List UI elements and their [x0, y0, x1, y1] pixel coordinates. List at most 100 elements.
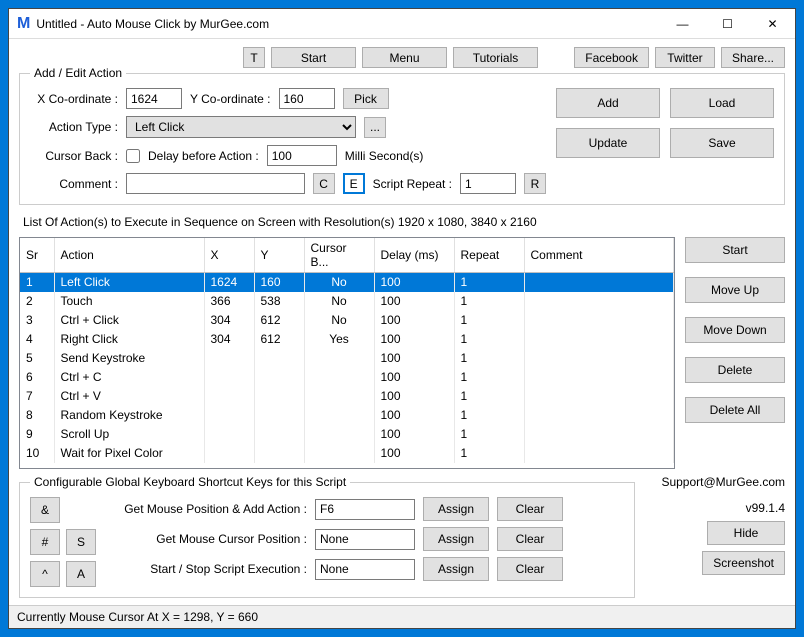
table-row[interactable]: 4Right Click304612Yes1001 [20, 330, 674, 349]
getposadd-input[interactable] [315, 499, 415, 520]
assign-1-button[interactable]: Assign [423, 497, 489, 521]
cell-sr: 8 [20, 406, 54, 425]
x-input[interactable] [126, 88, 182, 109]
maximize-button[interactable]: ☐ [705, 10, 750, 38]
table-row[interactable]: 6Ctrl + C1001 [20, 368, 674, 387]
c-button[interactable]: C [313, 173, 335, 194]
start-toolbar-button[interactable]: Start [271, 47, 356, 68]
shortcuts-legend: Configurable Global Keyboard Shortcut Ke… [30, 475, 350, 489]
table-row[interactable]: 2Touch366538No1001 [20, 292, 674, 311]
comment-label: Comment : [30, 177, 118, 191]
table-row[interactable]: 7Ctrl + V1001 [20, 387, 674, 406]
action-type-select[interactable]: Left Click [126, 116, 356, 138]
cell-delay: 100 [374, 368, 454, 387]
share-button[interactable]: Share... [721, 47, 785, 68]
a-button[interactable]: A [66, 561, 96, 587]
table-row[interactable]: 5Send Keystroke1001 [20, 349, 674, 368]
cell-repeat: 1 [454, 425, 524, 444]
cell-y: 160 [254, 273, 304, 292]
cursor-back-checkbox[interactable] [126, 149, 140, 163]
clear-3-button[interactable]: Clear [497, 557, 563, 581]
add-button[interactable]: Add [556, 88, 660, 118]
load-button[interactable]: Load [670, 88, 774, 118]
col-repeat[interactable]: Repeat [454, 238, 524, 273]
table-row[interactable]: 10Wait for Pixel Color1001 [20, 444, 674, 463]
cell-cursor [304, 444, 374, 463]
e-button[interactable]: E [343, 173, 365, 194]
move-down-button[interactable]: Move Down [685, 317, 785, 343]
cell-y [254, 349, 304, 368]
cell-delay: 100 [374, 330, 454, 349]
close-button[interactable]: ✕ [750, 10, 795, 38]
cell-comment [524, 387, 674, 406]
assign-3-button[interactable]: Assign [423, 557, 489, 581]
menu-button[interactable]: Menu [362, 47, 447, 68]
tutorials-button[interactable]: Tutorials [453, 47, 538, 68]
cell-action: Right Click [54, 330, 204, 349]
delete-button[interactable]: Delete [685, 357, 785, 383]
caret-button[interactable]: ^ [30, 561, 60, 587]
cell-y [254, 368, 304, 387]
table-header[interactable]: Sr Action X Y Cursor B... Delay (ms) Rep… [20, 238, 674, 273]
clear-2-button[interactable]: Clear [497, 527, 563, 551]
save-button[interactable]: Save [670, 128, 774, 158]
cell-comment [524, 292, 674, 311]
getpos-input[interactable] [315, 529, 415, 550]
cell-sr: 9 [20, 425, 54, 444]
startstop-input[interactable] [315, 559, 415, 580]
hide-button[interactable]: Hide [707, 521, 785, 545]
y-input[interactable] [279, 88, 335, 109]
action-type-more-button[interactable]: ... [364, 117, 386, 138]
pick-button[interactable]: Pick [343, 88, 389, 109]
cell-comment [524, 406, 674, 425]
delay-input[interactable] [267, 145, 337, 166]
col-y[interactable]: Y [254, 238, 304, 273]
clear-1-button[interactable]: Clear [497, 497, 563, 521]
col-sr[interactable]: Sr [20, 238, 54, 273]
cell-action: Touch [54, 292, 204, 311]
table-row[interactable]: 3Ctrl + Click304612No1001 [20, 311, 674, 330]
delay-label: Delay before Action : [148, 149, 259, 163]
move-up-button[interactable]: Move Up [685, 277, 785, 303]
minimize-button[interactable]: — [660, 10, 705, 38]
table-row[interactable]: 8Random Keystroke1001 [20, 406, 674, 425]
assign-2-button[interactable]: Assign [423, 527, 489, 551]
cell-sr: 7 [20, 387, 54, 406]
actions-table[interactable]: Sr Action X Y Cursor B... Delay (ms) Rep… [19, 237, 675, 469]
cell-y: 538 [254, 292, 304, 311]
table-row[interactable]: 1Left Click1624160No1001 [20, 273, 674, 292]
getpos-label: Get Mouse Cursor Position : [112, 532, 307, 546]
col-cursor[interactable]: Cursor B... [304, 238, 374, 273]
col-delay[interactable]: Delay (ms) [374, 238, 454, 273]
t-button[interactable]: T [243, 47, 265, 68]
cell-delay: 100 [374, 425, 454, 444]
cell-sr: 2 [20, 292, 54, 311]
amp-button[interactable]: & [30, 497, 60, 523]
col-action[interactable]: Action [54, 238, 204, 273]
col-x[interactable]: X [204, 238, 254, 273]
cell-cursor [304, 368, 374, 387]
start-script-button[interactable]: Start [685, 237, 785, 263]
cell-comment [524, 330, 674, 349]
cell-x [204, 444, 254, 463]
version-label: v99.1.4 [746, 501, 785, 515]
facebook-button[interactable]: Facebook [574, 47, 649, 68]
twitter-button[interactable]: Twitter [655, 47, 715, 68]
delete-all-button[interactable]: Delete All [685, 397, 785, 423]
cell-repeat: 1 [454, 330, 524, 349]
comment-input[interactable] [126, 173, 305, 194]
cell-delay: 100 [374, 406, 454, 425]
cell-action: Ctrl + Click [54, 311, 204, 330]
screenshot-button[interactable]: Screenshot [702, 551, 785, 575]
support-link[interactable]: Support@MurGee.com [661, 475, 785, 489]
r-button[interactable]: R [524, 173, 546, 194]
cell-sr: 3 [20, 311, 54, 330]
update-button[interactable]: Update [556, 128, 660, 158]
s-button[interactable]: S [66, 529, 96, 555]
cell-delay: 100 [374, 273, 454, 292]
cell-x [204, 425, 254, 444]
table-row[interactable]: 9Scroll Up1001 [20, 425, 674, 444]
hash-button[interactable]: # [30, 529, 60, 555]
col-comment[interactable]: Comment [524, 238, 674, 273]
script-repeat-input[interactable] [460, 173, 516, 194]
